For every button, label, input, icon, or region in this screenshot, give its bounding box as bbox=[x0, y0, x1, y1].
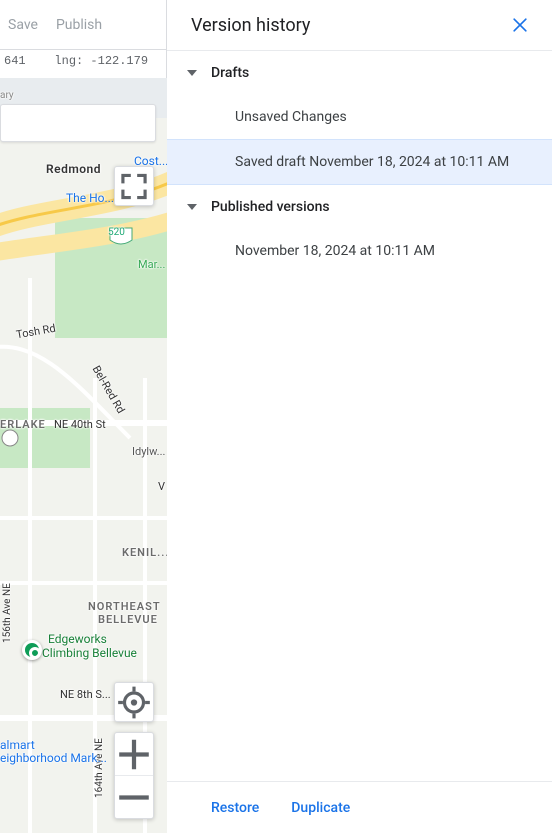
map-label-ne8: NE 8th S... bbox=[60, 688, 111, 701]
publish-button[interactable]: Publish bbox=[56, 17, 102, 33]
section-header-published[interactable]: Published versions bbox=[167, 185, 552, 229]
map-label-walmart-2: eighborhood Mark... bbox=[0, 751, 107, 765]
map-label-ary: ary bbox=[0, 90, 14, 101]
lng-value: lng: -122.179 bbox=[54, 54, 148, 68]
chevron-down-icon bbox=[187, 204, 197, 210]
close-button[interactable] bbox=[504, 9, 536, 41]
version-history-panel: Version history Drafts Unsaved Changes S… bbox=[167, 0, 552, 833]
map-label-erlake: ERLAKE bbox=[0, 418, 46, 431]
map-canvas[interactable]: ary Redmond The Ho... ep... Cost... Mar.… bbox=[0, 78, 167, 833]
panel-header: Version history bbox=[167, 0, 552, 51]
close-icon bbox=[510, 15, 530, 35]
map-label-city: Redmond bbox=[46, 162, 101, 176]
map-label-home-depot: The Ho... bbox=[66, 191, 114, 205]
map-marker[interactable] bbox=[22, 640, 42, 660]
top-toolbar: Save Publish bbox=[0, 0, 166, 50]
minus-icon bbox=[115, 420, 153, 833]
lat-value: 641 bbox=[4, 54, 26, 68]
map-label-v: V bbox=[158, 480, 165, 493]
map-label-156: 156th Ave NE bbox=[2, 583, 13, 643]
coordinates-bar: 641 lng: -122.179 bbox=[0, 50, 166, 74]
version-row-unsaved[interactable]: Unsaved Changes bbox=[167, 95, 552, 139]
map-label-164: 164th Ave NE bbox=[94, 738, 105, 798]
section-label: Drafts bbox=[211, 65, 249, 81]
fullscreen-button[interactable] bbox=[114, 166, 154, 206]
panel-title: Version history bbox=[191, 15, 310, 36]
save-button[interactable]: Save bbox=[8, 17, 38, 33]
zoom-control bbox=[114, 732, 154, 819]
zoom-out-button[interactable] bbox=[115, 776, 153, 818]
map-label-ne40: NE 40th St bbox=[54, 418, 106, 431]
chevron-down-icon bbox=[187, 70, 197, 76]
map-label-edgeworks-1: Edgeworks bbox=[48, 632, 107, 646]
restore-button[interactable]: Restore bbox=[211, 800, 259, 816]
version-row-saved-draft[interactable]: Saved draft November 18, 2024 at 10:11 A… bbox=[167, 139, 552, 185]
version-row-published[interactable]: November 18, 2024 at 10:11 AM bbox=[167, 229, 552, 273]
section-label: Published versions bbox=[211, 199, 330, 215]
editor-left-area: Save Publish 641 lng: -122.179 bbox=[0, 0, 167, 833]
panel-footer: Restore Duplicate bbox=[167, 781, 552, 833]
panel-body: Drafts Unsaved Changes Saved draft Novem… bbox=[167, 51, 552, 781]
duplicate-button[interactable]: Duplicate bbox=[291, 800, 350, 816]
section-header-drafts[interactable]: Drafts bbox=[167, 51, 552, 95]
map-label-walmart-1: almart bbox=[0, 738, 35, 752]
